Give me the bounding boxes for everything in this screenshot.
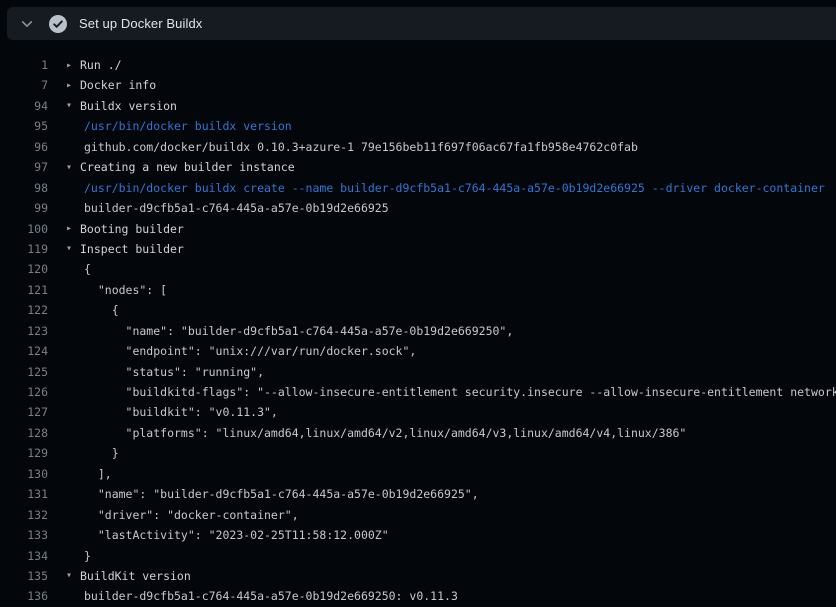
output-text: "name": "builder-d9cfb5a1-c764-445a-a57e… <box>84 324 513 338</box>
step-header[interactable]: Set up Docker Buildx <box>7 7 836 40</box>
group-title: Inspect builder <box>80 242 184 256</box>
line-number[interactable]: 96 <box>0 140 48 154</box>
log-line: 129 } <box>0 443 836 463</box>
line-number[interactable]: 135 <box>0 569 48 583</box>
log-line: 131 "name": "builder-d9cfb5a1-c764-445a-… <box>0 484 836 504</box>
output-text: "nodes": [ <box>84 283 167 297</box>
line-number[interactable]: 130 <box>0 467 48 481</box>
chevron-right-icon[interactable]: ▸ <box>66 223 80 234</box>
line-number[interactable]: 121 <box>0 283 48 297</box>
line-number[interactable]: 99 <box>0 201 48 215</box>
line-number[interactable]: 97 <box>0 160 48 174</box>
log-group-line[interactable]: 119 ▾Inspect builder <box>0 239 836 259</box>
line-number[interactable]: 123 <box>0 324 48 338</box>
output-text: "platforms": "linux/amd64,linux/amd64/v2… <box>84 426 686 440</box>
log-line: 122 { <box>0 300 836 320</box>
log-line: 128 "platforms": "linux/amd64,linux/amd6… <box>0 423 836 443</box>
command-text: /usr/bin/docker buildx create --name bui… <box>84 181 825 195</box>
output-text: builder-d9cfb5a1-c764-445a-a57e-0b19d2e6… <box>84 589 458 603</box>
log-line: 127 "buildkit": "v0.11.3", <box>0 402 836 422</box>
line-number[interactable]: 129 <box>0 446 48 460</box>
output-text: { <box>84 262 91 276</box>
line-number[interactable]: 128 <box>0 426 48 440</box>
group-title: Creating a new builder instance <box>80 160 295 174</box>
output-text: "lastActivity": "2023-02-25T11:58:12.000… <box>84 528 389 542</box>
log-line: 96 github.com/docker/buildx 0.10.3+azure-… <box>0 137 836 157</box>
log-output: 1▸Run ./7▸Docker info94▾Buildx version95… <box>0 55 836 607</box>
output-text: } <box>84 549 91 563</box>
chevron-down-icon[interactable]: ▾ <box>66 570 80 581</box>
group-title: Booting builder <box>80 222 184 236</box>
chevron-right-icon[interactable]: ▸ <box>66 60 80 71</box>
chevron-down-icon[interactable]: ▾ <box>66 162 80 173</box>
log-group-line[interactable]: 94 ▾Buildx version <box>0 96 836 116</box>
output-text: } <box>84 446 119 460</box>
log-line: 98/usr/bin/docker buildx create --name b… <box>0 177 836 197</box>
line-number[interactable]: 98 <box>0 181 48 195</box>
chevron-right-icon[interactable]: ▸ <box>66 80 80 91</box>
step-title: Set up Docker Buildx <box>79 16 202 31</box>
line-number[interactable]: 100 <box>0 222 48 236</box>
output-text: { <box>84 303 119 317</box>
line-number[interactable]: 126 <box>0 385 48 399</box>
group-title: Docker info <box>80 78 156 92</box>
group-title: Buildx version <box>80 99 177 113</box>
command-text: /usr/bin/docker buildx version <box>84 119 292 133</box>
output-text: "name": "builder-d9cfb5a1-c764-445a-a57e… <box>84 487 479 501</box>
line-number[interactable]: 131 <box>0 487 48 501</box>
line-number[interactable]: 1 <box>0 58 48 72</box>
log-group-line[interactable]: 7 ▸Docker info <box>0 75 836 95</box>
output-text: "driver": "docker-container", <box>84 508 299 522</box>
log-line: 134} <box>0 545 836 565</box>
line-number[interactable]: 133 <box>0 528 48 542</box>
log-line: 99 builder-d9cfb5a1-c764-445a-a57e-0b19d2… <box>0 198 836 218</box>
chevron-down-icon[interactable]: ▾ <box>66 243 80 254</box>
log-group-line[interactable]: 100 ▸Booting builder <box>0 218 836 238</box>
log-line: 130 ], <box>0 464 836 484</box>
output-text: github.com/docker/buildx 0.10.3+azure-1 … <box>84 140 638 154</box>
output-text: "endpoint": "unix:///var/run/docker.sock… <box>84 344 416 358</box>
check-circle-icon <box>49 15 67 33</box>
line-number[interactable]: 122 <box>0 303 48 317</box>
log-line: 123 "name": "builder-d9cfb5a1-c764-445a-… <box>0 320 836 340</box>
output-text: builder-d9cfb5a1-c764-445a-a57e-0b19d2e6… <box>84 201 389 215</box>
log-line: 124 "endpoint": "unix:///var/run/docker.… <box>0 341 836 361</box>
line-number[interactable]: 136 <box>0 589 48 603</box>
chevron-down-icon[interactable] <box>20 17 34 31</box>
log-line: 120 { <box>0 259 836 279</box>
line-number[interactable]: 125 <box>0 365 48 379</box>
log-group-line[interactable]: 1 ▸Run ./ <box>0 55 836 75</box>
group-title: BuildKit version <box>80 569 191 583</box>
line-number[interactable]: 94 <box>0 99 48 113</box>
log-line: 132 "driver": "docker-container", <box>0 504 836 524</box>
line-number[interactable]: 134 <box>0 549 48 563</box>
group-title: Run ./ <box>80 58 122 72</box>
log-group-line[interactable]: 135 ▾BuildKit version <box>0 566 836 586</box>
output-text: "buildkit": "v0.11.3", <box>84 405 278 419</box>
output-text: "status": "running", <box>84 365 264 379</box>
output-text: ], <box>84 467 112 481</box>
log-line: 125 "status": "running", <box>0 361 836 381</box>
line-number[interactable]: 132 <box>0 508 48 522</box>
chevron-down-icon[interactable]: ▾ <box>66 100 80 111</box>
log-line: 95/usr/bin/docker buildx version <box>0 116 836 136</box>
line-number[interactable]: 7 <box>0 78 48 92</box>
line-number[interactable]: 124 <box>0 344 48 358</box>
line-number[interactable]: 120 <box>0 262 48 276</box>
log-group-line[interactable]: 97 ▾Creating a new builder instance <box>0 157 836 177</box>
line-number[interactable]: 127 <box>0 405 48 419</box>
log-line: 133 "lastActivity": "2023-02-25T11:58:12… <box>0 525 836 545</box>
line-number[interactable]: 119 <box>0 242 48 256</box>
log-line: 126 "buildkitd-flags": "--allow-insecure… <box>0 382 836 402</box>
log-line: 121 "nodes": [ <box>0 280 836 300</box>
line-number[interactable]: 95 <box>0 119 48 133</box>
output-text: "buildkitd-flags": "--allow-insecure-ent… <box>84 385 836 399</box>
